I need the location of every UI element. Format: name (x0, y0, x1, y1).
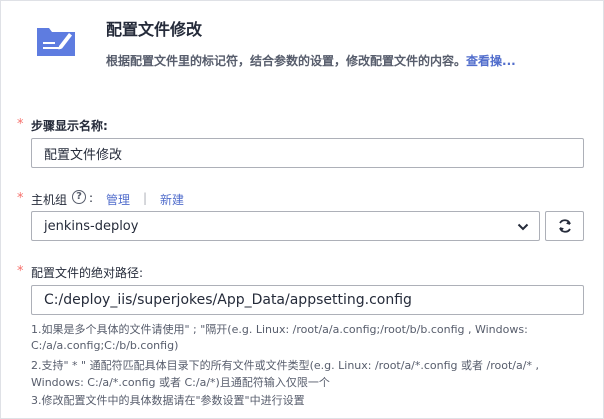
page-description: 根据配置文件里的标记符，结合参数的设置，修改配置文件的内容。查看操... (106, 52, 516, 69)
hint-line: 2.支持" * " 通配符匹配具体目录下的所有文件或文件类型(e.g. Linu… (31, 359, 539, 372)
step-name-value: 配置文件修改 (44, 147, 123, 163)
page-title: 配置文件修改 (106, 20, 203, 39)
hint-line: 1.如果是多个具体的文件请使用" ; "隔开(e.g. Linux: /root… (31, 323, 528, 336)
link-separator: | (143, 191, 148, 205)
host-group-colon: : (89, 191, 94, 205)
required-mark: * (17, 117, 24, 132)
hint-line: C:/a/a.config;C:/b/b.config) (31, 339, 179, 352)
config-path-value: C:/deploy_iis/superjokes/App_Data/appset… (44, 292, 412, 308)
manage-link[interactable]: 管理 (106, 191, 130, 208)
required-mark: * (17, 191, 24, 206)
host-group-label: 主机组 (31, 193, 68, 207)
refresh-button[interactable] (545, 211, 584, 241)
refresh-icon (558, 219, 571, 233)
hint-line: Windows: C:/a/*.config 或者 C:/a/*)且通配符输入仅… (31, 376, 330, 389)
host-group-selected: jenkins-deploy (44, 218, 139, 234)
chevron-down-icon (517, 223, 529, 231)
help-icon[interactable]: ? (72, 190, 86, 204)
step-name-label: 步骤显示名称: (31, 119, 108, 133)
required-mark: * (17, 264, 24, 279)
config-path-input[interactable]: C:/deploy_iis/superjokes/App_Data/appset… (31, 285, 584, 315)
step-name-input[interactable]: 配置文件修改 (31, 138, 584, 168)
host-group-select[interactable]: jenkins-deploy (31, 211, 540, 241)
create-link[interactable]: 新建 (160, 191, 184, 208)
more-link[interactable]: 查看操... (466, 54, 516, 68)
config-path-label: 配置文件的绝对路径: (31, 266, 144, 280)
hint-line: 3.修改配置文件中的具体数据请在"参数设置"中进行设置 (31, 394, 305, 407)
edit-file-icon (37, 28, 75, 56)
description-text: 根据配置文件里的标记符，结合参数的设置，修改配置文件的内容。 (106, 54, 467, 68)
